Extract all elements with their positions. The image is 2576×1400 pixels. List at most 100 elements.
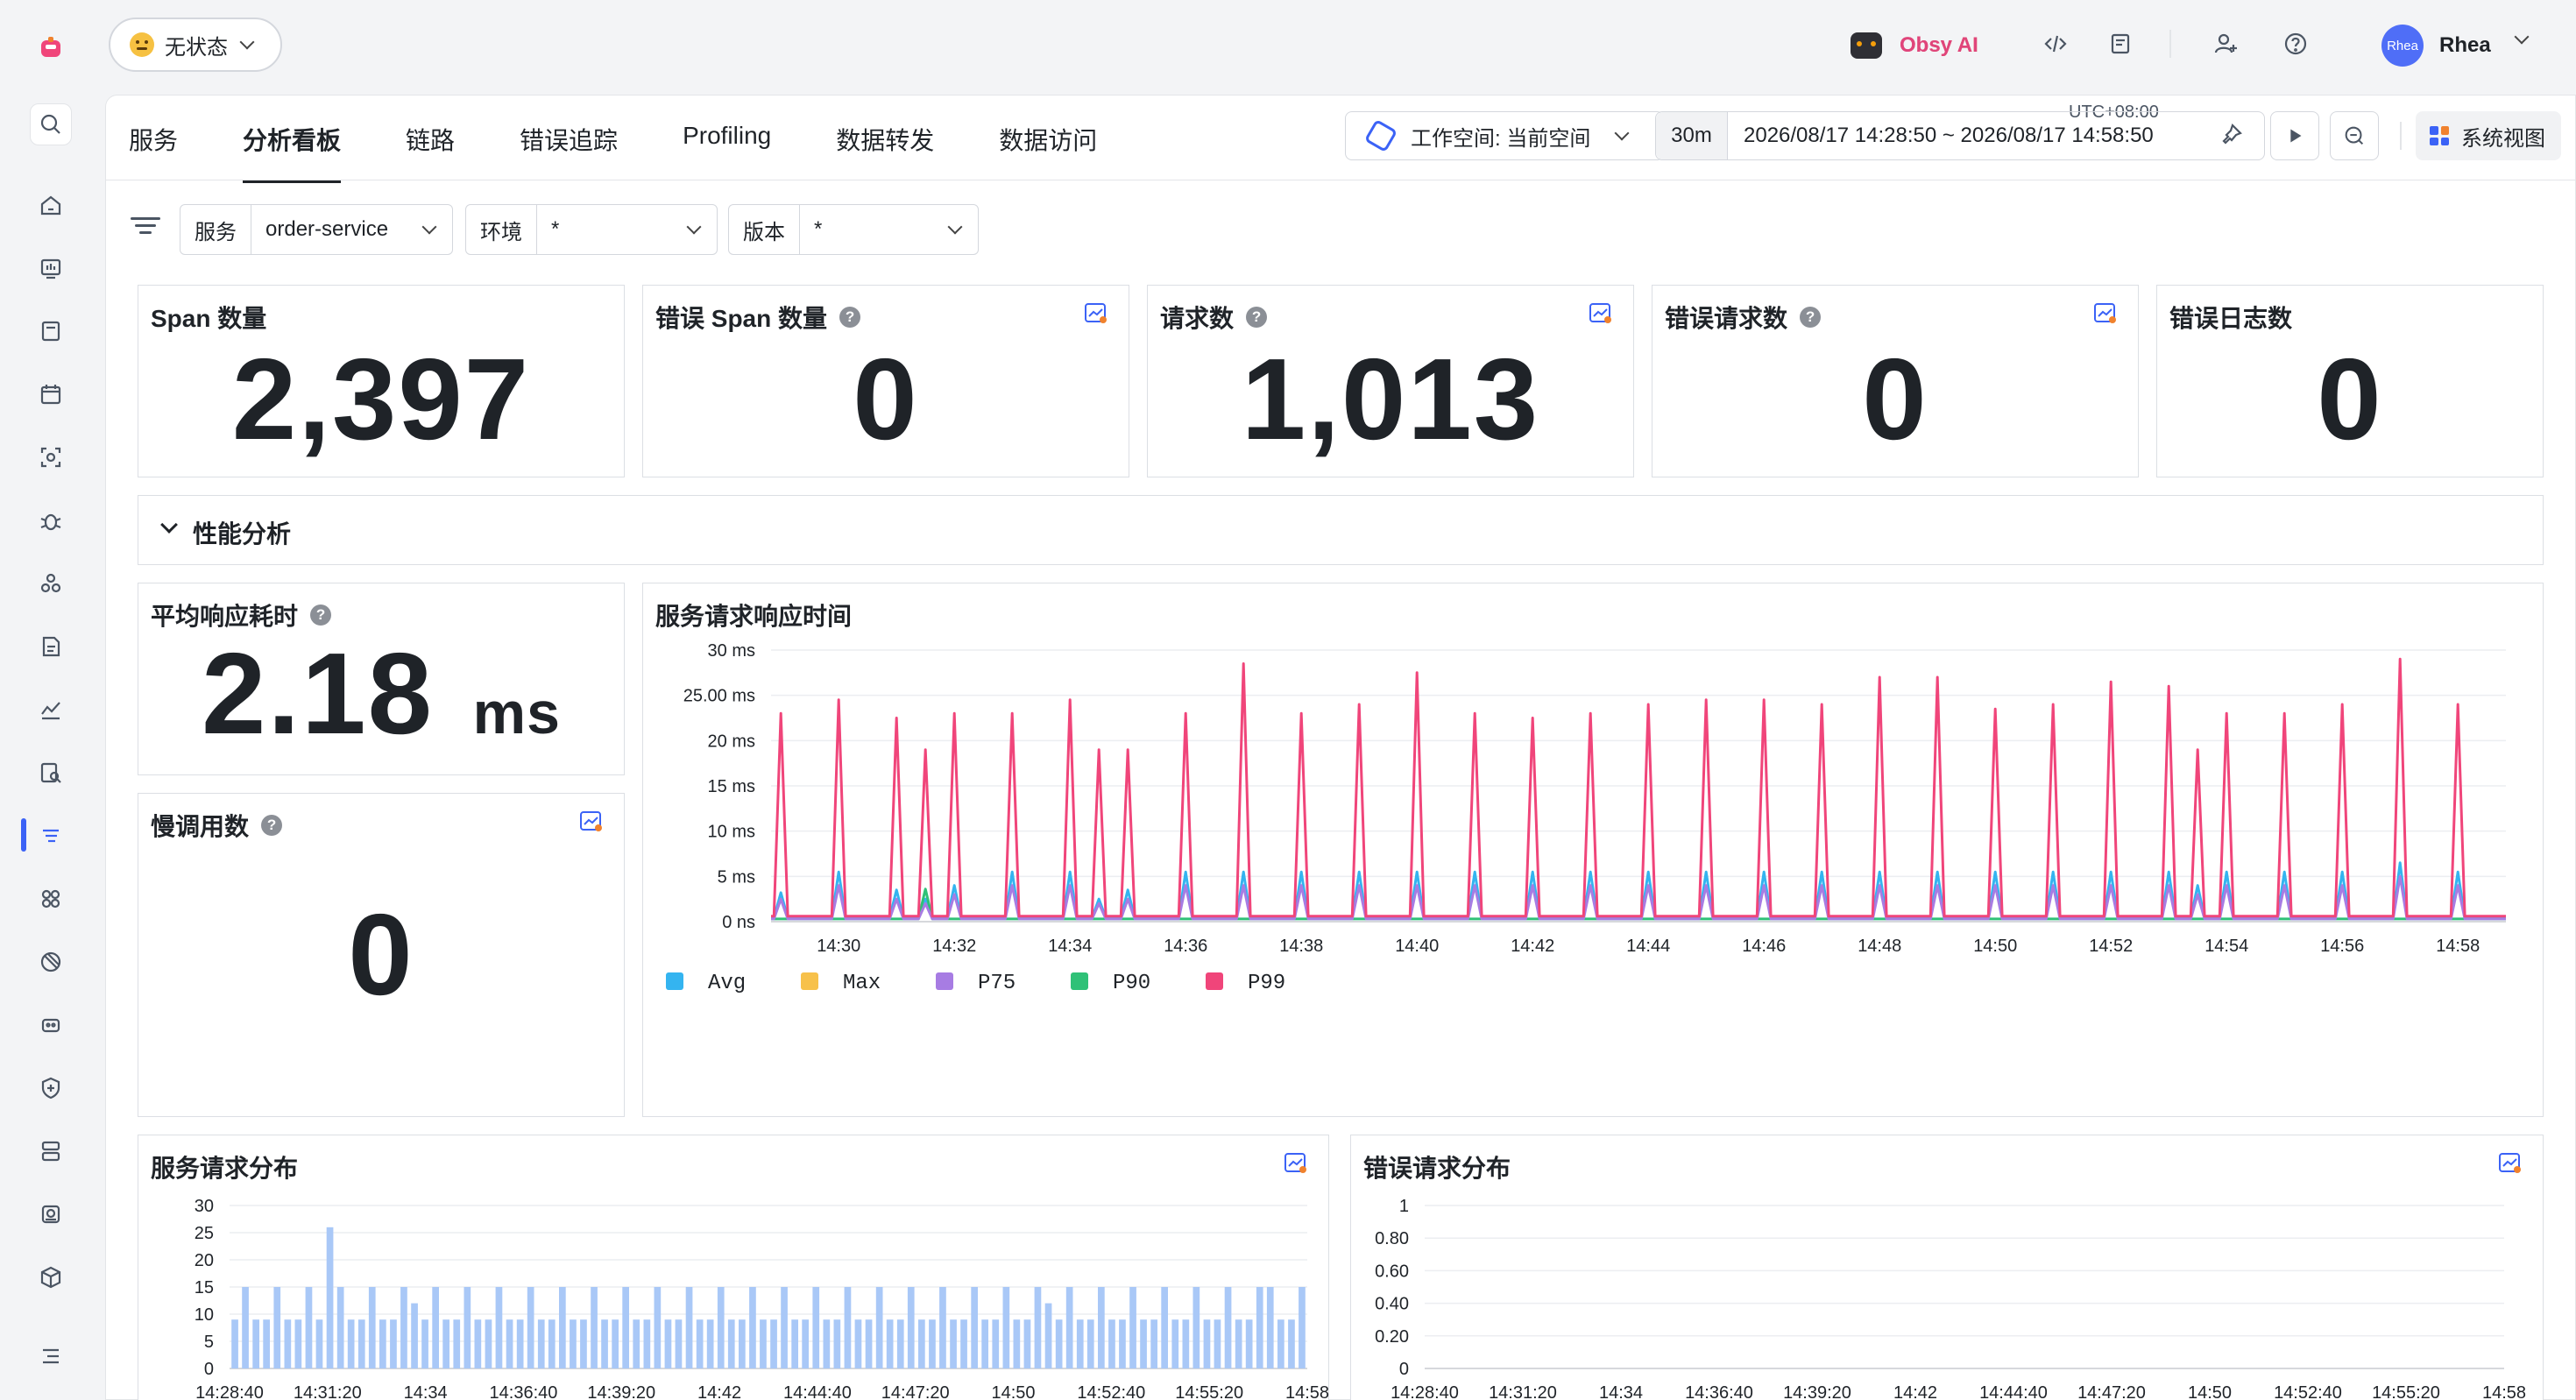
workspace-label: 工作空间: 当前空间 bbox=[1411, 126, 1591, 151]
user-name[interactable]: Rhea bbox=[2439, 33, 2491, 58]
zoom-out-button[interactable] bbox=[2330, 111, 2379, 160]
legend-swatch bbox=[666, 972, 683, 990]
calendar-icon[interactable] bbox=[33, 377, 68, 412]
request-distribution-chart[interactable]: 30 25 20 15 10 5 0 14:28:40 14:31:20 14:34 14:36:4… bbox=[138, 1135, 1330, 1400]
y-tick-label: 5 ms bbox=[718, 867, 755, 887]
chevron-down-icon bbox=[239, 34, 255, 50]
app-logo-icon[interactable] bbox=[33, 30, 68, 65]
bot-icon[interactable] bbox=[33, 1008, 68, 1043]
doc-search-icon[interactable] bbox=[33, 755, 68, 790]
nodes-icon[interactable] bbox=[33, 566, 68, 601]
help-icon[interactable]: ? bbox=[310, 605, 332, 626]
x-tick-label: 14:42 bbox=[697, 1383, 741, 1400]
legend-label: P90 bbox=[1113, 972, 1150, 995]
tab-data-forwarding[interactable]: 数据转发 bbox=[836, 122, 934, 180]
camera-icon[interactable] bbox=[33, 1197, 68, 1232]
legend-label: P75 bbox=[978, 972, 1016, 995]
bar bbox=[315, 1319, 323, 1368]
card-title: 慢调用数? bbox=[151, 808, 283, 843]
tab-data-access[interactable]: 数据访问 bbox=[999, 122, 1097, 180]
time-range-picker[interactable]: 30m 2026/08/17 14:28:50 ~ 2026/08/17 14:… bbox=[1655, 111, 2265, 160]
error-distribution-chart[interactable]: 1 0.80 0.60 0.40 0.20 0 14:28:40 14:31:20 14:34 1… bbox=[1351, 1135, 2544, 1400]
tab-error-tracking[interactable]: 错误追踪 bbox=[520, 122, 618, 180]
bar bbox=[823, 1319, 831, 1368]
bar bbox=[1140, 1319, 1147, 1368]
bar bbox=[844, 1287, 852, 1368]
avatar[interactable]: Rhea bbox=[2381, 25, 2424, 67]
security-icon[interactable] bbox=[33, 1071, 68, 1106]
home-icon[interactable] bbox=[33, 187, 68, 223]
notebook-icon[interactable] bbox=[33, 314, 68, 349]
y-tick-label: 0 ns bbox=[722, 913, 755, 932]
bar bbox=[802, 1319, 809, 1368]
version-filter[interactable]: 版本 * bbox=[728, 204, 979, 255]
stat-value-group: 2.18 ms bbox=[138, 636, 624, 752]
stat-value: 2.18 bbox=[202, 629, 434, 758]
log-icon[interactable] bbox=[33, 629, 68, 664]
env-filter[interactable]: 环境 * bbox=[465, 204, 718, 255]
monitor-icon[interactable] bbox=[33, 251, 68, 286]
chart-link-icon[interactable] bbox=[578, 810, 605, 834]
bar bbox=[865, 1319, 873, 1368]
bar bbox=[1192, 1287, 1200, 1368]
chevron-down-icon[interactable] bbox=[2514, 29, 2530, 45]
chart-link-icon[interactable] bbox=[2092, 301, 2119, 326]
tab-services[interactable]: 服务 bbox=[129, 122, 178, 180]
obsy-ai-button[interactable]: Obsy AI bbox=[1851, 26, 1978, 65]
chart-link-icon[interactable] bbox=[1588, 301, 1614, 326]
stat-unit: ms bbox=[472, 680, 561, 746]
y-tick-label: 10 ms bbox=[708, 823, 755, 842]
bar bbox=[939, 1287, 946, 1368]
apm-icon[interactable] bbox=[33, 818, 68, 853]
card-title-text: 错误请求数 bbox=[1665, 305, 1788, 332]
tab-bar: 服务 分析看板 链路 错误追踪 Profiling 数据转发 数据访问 bbox=[129, 122, 1162, 183]
time-range-text[interactable]: 2026/08/17 14:28:50 ~ 2026/08/17 14:58:5… bbox=[1728, 124, 2264, 148]
collapse-menu-icon[interactable] bbox=[33, 1339, 68, 1374]
chart-link-icon[interactable] bbox=[1083, 301, 1109, 326]
apps-grid-icon[interactable] bbox=[33, 881, 68, 916]
tab-traces[interactable]: 链路 bbox=[406, 122, 455, 180]
service-filter[interactable]: 服务 order-service bbox=[180, 204, 453, 255]
cube-icon[interactable] bbox=[33, 1260, 68, 1295]
bar bbox=[453, 1319, 461, 1368]
code-icon[interactable] bbox=[2040, 28, 2071, 60]
scan-icon[interactable] bbox=[33, 440, 68, 475]
notes-icon[interactable] bbox=[2105, 28, 2136, 60]
tab-dashboard[interactable]: 分析看板 bbox=[243, 122, 342, 183]
system-view-label: 系统视图 bbox=[2461, 126, 2545, 151]
legend-swatch bbox=[936, 972, 953, 990]
help-icon[interactable] bbox=[2280, 28, 2311, 60]
bar bbox=[960, 1319, 967, 1368]
help-icon[interactable]: ? bbox=[1800, 307, 1822, 328]
system-view-button[interactable]: 系统视图 bbox=[2416, 111, 2561, 160]
collapse-chevron-icon[interactable] bbox=[160, 516, 178, 534]
database-icon[interactable] bbox=[33, 1134, 68, 1169]
time-quick-select[interactable]: 30m bbox=[1656, 112, 1728, 159]
bar bbox=[284, 1319, 292, 1368]
add-user-icon[interactable] bbox=[2210, 28, 2241, 60]
bug-icon[interactable] bbox=[33, 503, 68, 538]
bar bbox=[368, 1287, 376, 1368]
tab-profiling[interactable]: Profiling bbox=[683, 122, 771, 180]
metrics-icon[interactable] bbox=[33, 692, 68, 727]
y-tick-label: 0.40 bbox=[1375, 1295, 1409, 1314]
bar bbox=[1119, 1319, 1126, 1368]
status-dropdown[interactable]: 无状态 bbox=[109, 18, 282, 72]
search-icon[interactable] bbox=[30, 103, 72, 145]
obsy-ai-label: Obsy AI bbox=[1900, 33, 1978, 57]
help-icon[interactable]: ? bbox=[261, 815, 283, 836]
help-icon[interactable]: ? bbox=[1246, 307, 1268, 328]
filter-icon[interactable] bbox=[131, 213, 160, 239]
synthetic-icon[interactable] bbox=[33, 944, 68, 979]
bar bbox=[749, 1287, 756, 1368]
divider bbox=[2400, 122, 2402, 150]
stat-value: 0 bbox=[1862, 335, 1928, 463]
help-icon[interactable]: ? bbox=[839, 307, 861, 328]
bar bbox=[929, 1319, 936, 1368]
response-time-chart[interactable]: 30 ms 25.00 ms 20 ms 15 ms 10 ms 5 ms 0 ns 14:3… bbox=[643, 583, 2544, 1118]
pin-icon[interactable] bbox=[2218, 122, 2244, 152]
performance-section-header[interactable]: 性能分析 bbox=[138, 495, 2544, 565]
workspace-selector[interactable]: 工作空间: 当前空间 bbox=[1345, 111, 1664, 160]
play-button[interactable] bbox=[2270, 111, 2319, 160]
y-tick-label: 0 bbox=[204, 1360, 214, 1379]
